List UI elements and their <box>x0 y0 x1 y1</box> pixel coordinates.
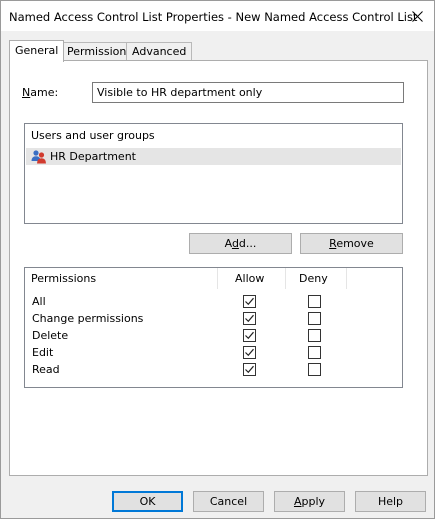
name-field[interactable]: Visible to HR department only <box>92 82 404 103</box>
col-allow: Allow <box>235 272 265 285</box>
title-bar: Named Access Control List Properties - N… <box>1 1 434 31</box>
allow-checkbox[interactable] <box>243 329 256 342</box>
permission-name: Read <box>32 363 60 376</box>
deny-checkbox[interactable] <box>308 363 321 376</box>
allow-checkbox[interactable] <box>243 363 256 376</box>
tab-general-label: General <box>15 44 59 57</box>
table-row: Edit <box>25 344 402 361</box>
allow-checkbox[interactable] <box>243 295 256 308</box>
close-button[interactable] <box>400 1 434 31</box>
dialog-button-bar: OK Cancel Apply Help <box>1 477 434 518</box>
add-button[interactable]: Add... <box>189 233 292 254</box>
allow-checkbox[interactable] <box>243 312 256 325</box>
users-list[interactable]: Users and user groups HR Department <box>24 123 403 224</box>
close-icon <box>411 10 423 22</box>
tab-permissions-label: Permissions <box>67 45 133 58</box>
col-deny: Deny <box>299 272 328 285</box>
allow-checkbox[interactable] <box>243 346 256 359</box>
user-group-icon <box>31 150 46 164</box>
ok-button[interactable]: OK <box>112 491 183 512</box>
remove-button-label: Remove <box>329 237 374 250</box>
user-group-label: HR Department <box>50 150 136 163</box>
tab-strip: General Permissions Advanced <box>9 40 429 62</box>
deny-checkbox[interactable] <box>308 295 321 308</box>
dialog-window: Named Access Control List Properties - N… <box>0 0 435 519</box>
window-title: Named Access Control List Properties - N… <box>9 10 418 24</box>
table-row: Read <box>25 361 402 378</box>
permissions-table: Permissions Allow Deny All Change permiss… <box>24 267 403 388</box>
help-button-label: Help <box>377 495 404 508</box>
deny-checkbox[interactable] <box>308 312 321 325</box>
help-button[interactable]: Help <box>355 491 426 512</box>
column-separator <box>346 268 347 289</box>
table-row: Change permissions <box>25 310 402 327</box>
users-list-header: Users and user groups <box>31 129 155 142</box>
permission-name: Edit <box>32 346 54 359</box>
tab-advanced-label: Advanced <box>132 45 187 58</box>
table-row: Delete <box>25 327 402 344</box>
cancel-button-label: Cancel <box>209 495 248 508</box>
column-separator <box>217 268 218 289</box>
tab-general[interactable]: General <box>9 40 65 62</box>
apply-button-label: Apply <box>293 495 326 508</box>
name-label: Name: <box>22 86 59 99</box>
permission-name: Delete <box>32 329 69 342</box>
deny-checkbox[interactable] <box>308 329 321 342</box>
add-button-label: Add... <box>224 237 257 250</box>
deny-checkbox[interactable] <box>308 346 321 359</box>
apply-button[interactable]: Apply <box>274 491 345 512</box>
column-separator <box>285 268 286 289</box>
tab-advanced[interactable]: Advanced <box>126 42 193 61</box>
permission-name: All <box>32 295 46 308</box>
table-row: All <box>25 293 402 310</box>
ok-button-label: OK <box>139 495 156 508</box>
col-permissions: Permissions <box>31 272 97 285</box>
cancel-button[interactable]: Cancel <box>193 491 264 512</box>
remove-button[interactable]: Remove <box>300 233 403 254</box>
permissions-table-header: Permissions Allow Deny <box>25 268 402 289</box>
permission-name: Change permissions <box>32 312 144 325</box>
list-item[interactable]: HR Department <box>26 148 401 165</box>
general-tab-page: Name: Visible to HR department only User… <box>9 60 428 476</box>
